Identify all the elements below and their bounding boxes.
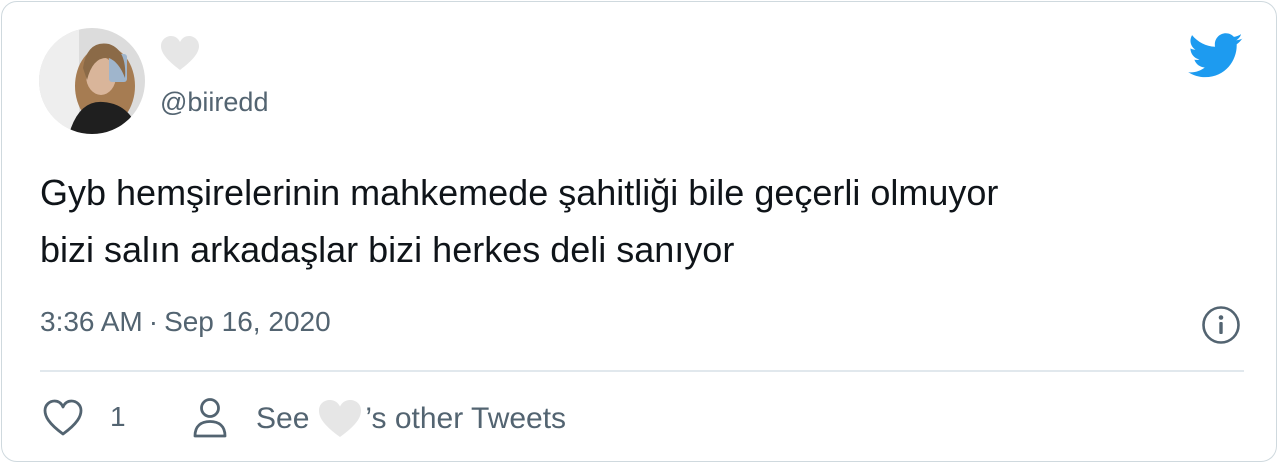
heart-icon (319, 400, 362, 437)
see-suffix: ’s other Tweets (365, 402, 567, 435)
tweet-text: Gyb hemşirelerinin mahkemede şahitliği b… (40, 164, 1250, 278)
tweet-card[interactable]: @biiredd Gyb hemşirelerinin mahkemede şa… (1, 1, 1277, 462)
tweet-text-line: bizi salın arkadaşlar bizi herkes deli s… (40, 229, 735, 270)
avatar-photo (39, 28, 145, 134)
heart-outline-icon[interactable] (42, 398, 84, 438)
tweet-text-line: Gyb hemşirelerinin mahkemede şahitliği b… (40, 172, 999, 213)
tweet-date[interactable]: Sep 16, 2020 (164, 306, 331, 337)
see-other-tweets-link[interactable]: See ’s other Tweets (256, 399, 566, 439)
divider (40, 370, 1244, 372)
twitter-bird-icon[interactable] (1188, 33, 1244, 79)
user-handle[interactable]: @biiredd (160, 86, 268, 118)
see-prefix: See (256, 402, 310, 435)
info-icon[interactable] (1201, 305, 1241, 345)
heart-icon (161, 36, 199, 70)
person-icon[interactable] (192, 397, 228, 439)
avatar[interactable] (39, 28, 145, 134)
tweet-timestamp[interactable]: 3:36 AM · Sep 16, 2020 (40, 304, 331, 340)
like-count: 1 (110, 401, 126, 432)
separator-dot: · (148, 306, 159, 337)
tweet-time[interactable]: 3:36 AM (40, 306, 143, 337)
